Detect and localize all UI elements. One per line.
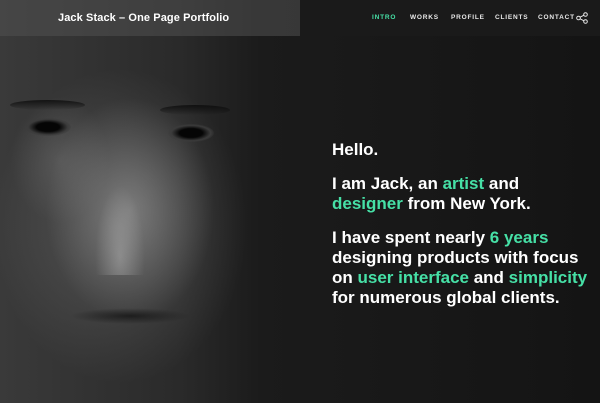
portrait-nose: [95, 185, 145, 275]
about-text-2: and: [484, 174, 520, 193]
intro-line-about: I am Jack, an artist and designer from N…: [332, 174, 592, 214]
highlight-artist: artist: [442, 174, 485, 193]
highlight-user-interface: user interface: [357, 268, 470, 287]
highlight-designer: designer: [332, 194, 403, 213]
nav-works[interactable]: WORKS: [410, 14, 439, 21]
intro-line-experience: I have spent nearly 6 years designing pr…: [332, 228, 592, 308]
portrait-brow-right: [160, 105, 230, 115]
main-nav: INTRO WORKS PROFILE CLIENTS CONTACT: [0, 14, 600, 26]
about-text-1: I am Jack, an: [332, 174, 443, 193]
portrait-mouth: [70, 308, 190, 324]
intro-text: Hello. I am Jack, an artist and designer…: [332, 140, 592, 322]
experience-text-3: and: [469, 268, 509, 287]
nav-clients[interactable]: CLIENTS: [495, 14, 528, 21]
about-text-3: from New York.: [402, 194, 531, 213]
header-bar: Jack Stack – One Page Portfolio INTRO WO…: [0, 0, 600, 36]
portrait-eye-left: [25, 118, 71, 136]
experience-text-4: for numerous global clients.: [332, 288, 560, 307]
share-icon[interactable]: [576, 12, 588, 24]
intro-greeting: Hello.: [332, 140, 379, 159]
portrait-eye-right: [168, 124, 214, 142]
highlight-years: 6 years: [489, 228, 549, 247]
nav-intro[interactable]: INTRO: [372, 14, 396, 21]
experience-text-1: I have spent nearly: [332, 228, 490, 247]
nav-contact[interactable]: CONTACT: [538, 14, 575, 21]
nav-profile[interactable]: PROFILE: [451, 14, 485, 21]
highlight-simplicity: simplicity: [508, 268, 588, 287]
portrait-image: [0, 36, 300, 403]
portrait-brow-left: [10, 100, 85, 110]
